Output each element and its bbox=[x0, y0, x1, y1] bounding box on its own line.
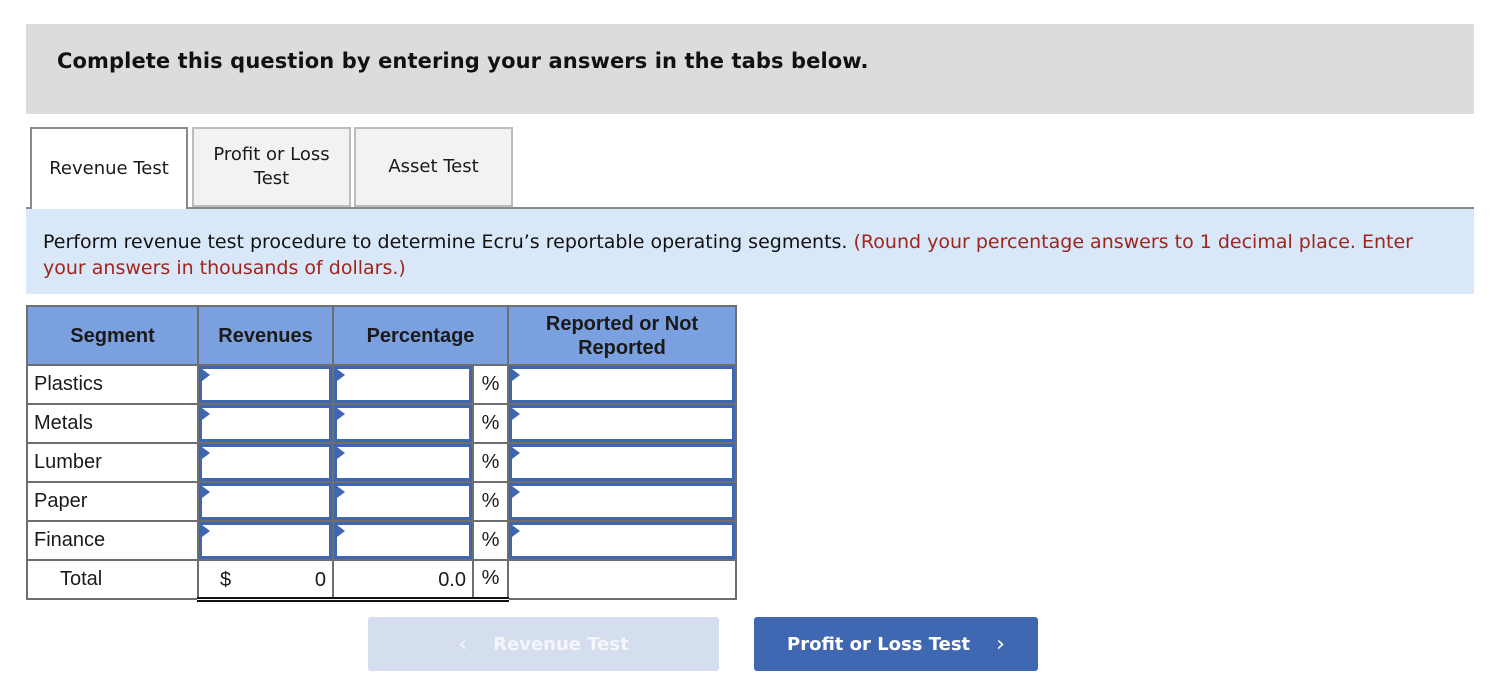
next-tab-label: Profit or Loss Test bbox=[787, 633, 971, 655]
percentage-input[interactable] bbox=[334, 483, 472, 520]
reported-dropdown[interactable] bbox=[509, 522, 735, 559]
total-percentage-cell: 0.0 bbox=[332, 559, 474, 602]
percentage-cell bbox=[332, 520, 474, 561]
reported-cell bbox=[507, 481, 737, 522]
percentage-cell bbox=[332, 364, 474, 405]
segment-label: Lumber bbox=[26, 442, 199, 483]
table-row: Plastics% bbox=[26, 364, 737, 405]
reported-dropdown[interactable] bbox=[509, 483, 735, 520]
total-percentage-value: 0.0 bbox=[438, 569, 466, 591]
total-revenues-cell: $ 0 bbox=[197, 559, 334, 602]
percent-symbol: % bbox=[472, 403, 509, 444]
percentage-input[interactable] bbox=[334, 522, 472, 559]
revenues-input[interactable] bbox=[199, 405, 332, 442]
total-reported-cell bbox=[507, 559, 737, 600]
tab-profit-or-loss-test[interactable]: Profit or Loss Test bbox=[192, 127, 351, 207]
instruction-banner: Complete this question by entering your … bbox=[26, 24, 1474, 114]
percent-symbol: % bbox=[472, 364, 509, 405]
revenues-input[interactable] bbox=[199, 483, 332, 520]
total-revenues-value: 0 bbox=[314, 569, 326, 591]
next-tab-button[interactable]: Profit or Loss Test › bbox=[754, 617, 1038, 671]
segment-label: Paper bbox=[26, 481, 199, 522]
revenues-cell bbox=[197, 364, 334, 405]
chevron-right-icon: › bbox=[996, 631, 1005, 657]
revenues-cell bbox=[197, 481, 334, 522]
reported-dropdown[interactable] bbox=[509, 366, 735, 403]
currency-symbol: $ bbox=[220, 569, 232, 591]
revenues-input[interactable] bbox=[199, 522, 332, 559]
question-instructions: Perform revenue test procedure to determ… bbox=[26, 207, 1474, 294]
header-reported-label: Reported or Not Reported bbox=[545, 312, 699, 359]
table-row: Paper% bbox=[26, 481, 737, 522]
instructions-main: Perform revenue test procedure to determ… bbox=[43, 231, 848, 253]
table-row: Metals% bbox=[26, 403, 737, 444]
revenues-cell bbox=[197, 403, 334, 444]
table-row: Lumber% bbox=[26, 442, 737, 483]
prev-tab-button[interactable]: ‹ Revenue Test bbox=[368, 617, 719, 671]
segment-label: Plastics bbox=[26, 364, 199, 405]
tab-asset-test[interactable]: Asset Test bbox=[354, 127, 513, 207]
reported-cell bbox=[507, 364, 737, 405]
total-percent-symbol: % bbox=[472, 559, 509, 602]
chevron-left-icon: ‹ bbox=[458, 631, 468, 657]
reported-dropdown[interactable] bbox=[509, 444, 735, 481]
percent-symbol: % bbox=[472, 520, 509, 561]
header-reported: Reported or Not Reported bbox=[507, 305, 737, 366]
table-header-row: Segment Revenues Percentage Reported or … bbox=[26, 305, 737, 366]
revenues-input[interactable] bbox=[199, 366, 332, 403]
reported-cell bbox=[507, 520, 737, 561]
header-percentage: Percentage bbox=[332, 305, 509, 366]
percentage-input[interactable] bbox=[334, 444, 472, 481]
percentage-input[interactable] bbox=[334, 405, 472, 442]
tab-profit-or-loss-label: Profit or Loss Test bbox=[213, 144, 330, 189]
segment-label: Metals bbox=[26, 403, 199, 444]
tab-revenue-test[interactable]: Revenue Test bbox=[30, 127, 188, 209]
instructions-text: Perform revenue test procedure to determ… bbox=[43, 229, 1443, 281]
total-row: Total $ 0 0.0 % bbox=[26, 559, 737, 602]
reported-dropdown[interactable] bbox=[509, 405, 735, 442]
revenues-cell bbox=[197, 520, 334, 561]
reported-cell bbox=[507, 442, 737, 483]
prev-tab-label: Revenue Test bbox=[493, 633, 629, 655]
header-revenues: Revenues bbox=[197, 305, 334, 366]
percentage-cell bbox=[332, 403, 474, 444]
header-segment: Segment bbox=[26, 305, 199, 366]
percentage-input[interactable] bbox=[334, 366, 472, 403]
percentage-cell bbox=[332, 442, 474, 483]
percentage-cell bbox=[332, 481, 474, 522]
reported-cell bbox=[507, 403, 737, 444]
total-label: Total bbox=[26, 559, 199, 600]
segment-label: Finance bbox=[26, 520, 199, 561]
revenues-cell bbox=[197, 442, 334, 483]
percent-symbol: % bbox=[472, 481, 509, 522]
revenue-test-table: Segment Revenues Percentage Reported or … bbox=[26, 305, 737, 602]
table-row: Finance% bbox=[26, 520, 737, 561]
percent-symbol: % bbox=[472, 442, 509, 483]
revenues-input[interactable] bbox=[199, 444, 332, 481]
banner-text: Complete this question by entering your … bbox=[57, 49, 869, 73]
